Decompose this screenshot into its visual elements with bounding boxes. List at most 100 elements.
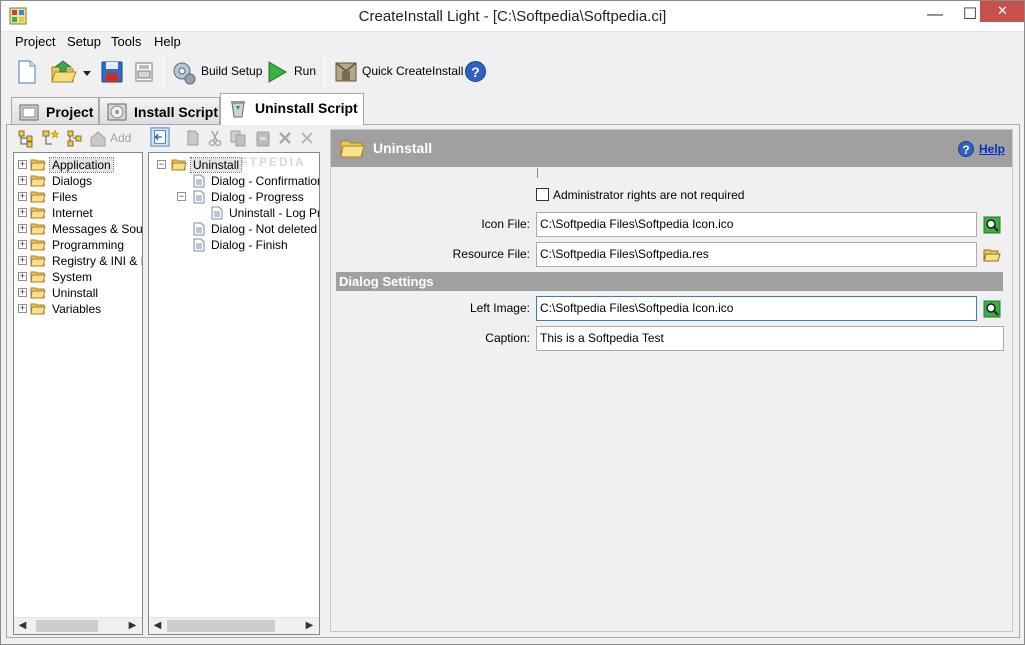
help-link[interactable]: Help: [979, 142, 1005, 156]
expand-icon[interactable]: +: [18, 272, 27, 281]
expand-icon[interactable]: +: [18, 176, 27, 185]
move-left-icon[interactable]: [149, 127, 171, 147]
tree-item[interactable]: + Internet: [14, 205, 142, 221]
collapse-all-icon[interactable]: [65, 128, 85, 148]
tree-item-label: Uninstall: [52, 286, 99, 300]
toolbar-separator: [163, 56, 164, 88]
scroll-thumb[interactable]: [167, 620, 275, 632]
save-icon[interactable]: [99, 57, 125, 87]
expand-icon[interactable]: +: [18, 224, 27, 233]
run-icon[interactable]: [265, 57, 289, 87]
cut-icon: [208, 130, 222, 147]
tab-label: Install Script: [134, 104, 219, 120]
expand-all-icon[interactable]: [16, 128, 36, 148]
dialog-settings-section: Dialog Settings: [336, 272, 1003, 291]
tree-item[interactable]: Dialog - Confirmation: [149, 173, 319, 189]
open-folder-icon[interactable]: [49, 57, 77, 87]
tree-item-label: Messages & Sounds: [52, 222, 143, 236]
expand-icon[interactable]: +: [18, 160, 27, 169]
tree-item-label: Variables: [52, 302, 102, 316]
scroll-thumb[interactable]: [36, 620, 98, 632]
title-bar[interactable]: CreateInstall Light - [C:\Softpedia\Soft…: [1, 1, 1024, 32]
document-icon: [193, 190, 205, 204]
menu-tools[interactable]: Tools: [111, 34, 141, 49]
tree-item-label: Files: [52, 190, 78, 204]
tree-item[interactable]: Dialog - Finish: [149, 237, 319, 253]
icon-file-input[interactable]: C:\Softpedia Files\Softpedia Icon.ico: [536, 212, 977, 237]
tree-item-label: Uninstall: [189, 157, 243, 173]
menu-project[interactable]: Project: [15, 34, 55, 49]
collapse-icon[interactable]: −: [157, 160, 166, 169]
folder-icon: [30, 223, 46, 235]
folder-icon: [30, 159, 46, 171]
scroll-left-icon[interactable]: ◀: [149, 618, 166, 634]
tree-item[interactable]: + Registry & INI & Environment: [14, 253, 142, 269]
tree-item[interactable]: + Messages & Sounds: [14, 221, 142, 237]
tree-item-label: Uninstall - Log Processing: [229, 206, 320, 220]
tree-item[interactable]: + Application: [14, 157, 142, 173]
folder-icon: [30, 207, 46, 219]
tree-item[interactable]: + Programming: [14, 237, 142, 253]
expand-icon[interactable]: +: [18, 304, 27, 313]
close-button[interactable]: ✕: [980, 1, 1024, 22]
tab-project[interactable]: Project: [11, 97, 99, 125]
command-tree[interactable]: + Application + Dialogs + Files + Internet + Mess…: [13, 152, 143, 635]
caption-input[interactable]: This is a Softpedia Test: [536, 326, 1004, 351]
menu-setup[interactable]: Setup: [67, 34, 101, 49]
tree-item[interactable]: Uninstall - Log Processing: [149, 205, 319, 221]
insert-node-icon[interactable]: [41, 128, 61, 148]
clear-icon: [301, 132, 313, 144]
tree-item[interactable]: + Dialogs: [14, 173, 142, 189]
menu-help[interactable]: Help: [154, 34, 181, 49]
tab-uninstall-script[interactable]: Uninstall Script: [220, 93, 364, 125]
build-setup-icon[interactable]: [171, 57, 197, 87]
tree-item[interactable]: − Dialog - Progress: [149, 189, 319, 205]
admin-rights-checkbox[interactable]: [536, 188, 549, 201]
script-tree-scrollbar[interactable]: ◀ ▶: [149, 617, 319, 634]
scroll-left-icon[interactable]: ◀: [14, 618, 31, 634]
tab-label: Uninstall Script: [255, 100, 358, 116]
command-tree-scrollbar[interactable]: ◀ ▶: [14, 617, 142, 634]
tree-item-label: Dialog - Confirmation: [211, 174, 320, 188]
tree-root[interactable]: − Uninstall: [149, 157, 319, 173]
tree-item[interactable]: + Variables: [14, 301, 142, 317]
open-folder-icon[interactable]: [983, 246, 1001, 264]
tree-item[interactable]: Dialog - Not deleted files: [149, 221, 319, 237]
document-icon: [211, 206, 223, 220]
browse-image-icon[interactable]: [983, 300, 1001, 318]
left-image-input[interactable]: C:\Softpedia Files\Softpedia Icon.ico: [536, 296, 977, 321]
tree-item-label: Dialog - Progress: [211, 190, 304, 204]
build-setup-button[interactable]: Build Setup: [201, 64, 262, 78]
quick-createinstall-icon[interactable]: [333, 57, 359, 87]
tree-item[interactable]: + Files: [14, 189, 142, 205]
scroll-right-icon[interactable]: ▶: [301, 618, 318, 634]
tree-item[interactable]: + System: [14, 269, 142, 285]
caption-label: Caption:: [485, 331, 530, 345]
quick-createinstall-button[interactable]: Quick CreateInstall: [362, 64, 463, 78]
tab-label: Project: [46, 104, 94, 120]
tab-install-script[interactable]: Install Script: [99, 97, 220, 125]
resource-file-input[interactable]: C:\Softpedia Files\Softpedia.res: [536, 242, 977, 267]
script-tree[interactable]: SOFTPEDIA − Uninstall Dialog - Confirmatio…: [148, 152, 320, 635]
help-icon[interactable]: ?: [958, 141, 974, 157]
scroll-right-icon[interactable]: ▶: [124, 618, 141, 634]
new-file-icon[interactable]: [15, 57, 39, 87]
run-button[interactable]: Run: [294, 64, 316, 78]
collapse-icon[interactable]: −: [177, 192, 186, 201]
tree-item[interactable]: + Uninstall: [14, 285, 142, 301]
app-icon[interactable]: [9, 7, 27, 25]
panel-title: Uninstall: [373, 140, 433, 156]
browse-image-icon[interactable]: [983, 216, 1001, 234]
tree-item-label: Dialogs: [52, 174, 93, 188]
folder-icon: [30, 271, 46, 283]
expand-icon[interactable]: +: [18, 208, 27, 217]
chevron-down-icon[interactable]: [81, 57, 93, 87]
delete-icon: [279, 132, 291, 144]
expand-icon[interactable]: +: [18, 240, 27, 249]
print-icon[interactable]: [132, 57, 156, 87]
expand-icon[interactable]: +: [18, 256, 27, 265]
expand-icon[interactable]: +: [18, 192, 27, 201]
tree-item-label: System: [52, 270, 93, 284]
help-icon[interactable]: ?: [465, 61, 486, 82]
expand-icon[interactable]: +: [18, 288, 27, 297]
